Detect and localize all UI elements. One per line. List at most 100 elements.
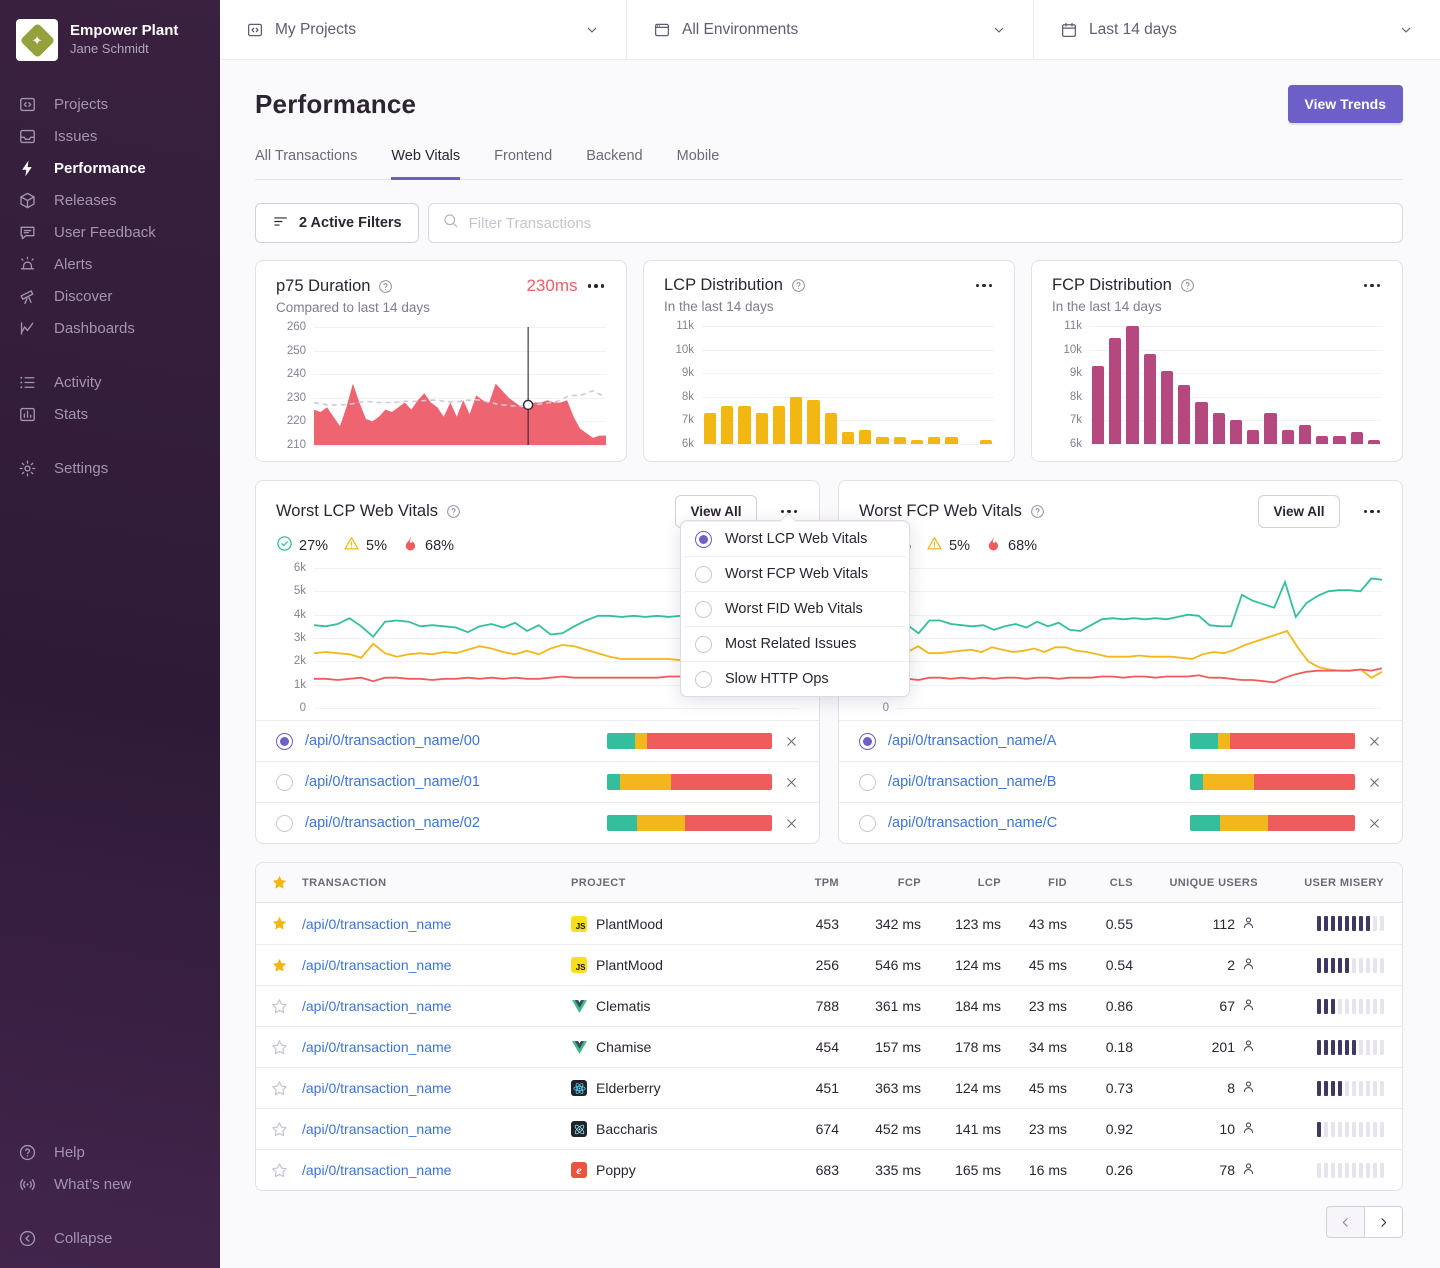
sidebar-item-stats[interactable]: Stats — [0, 398, 220, 430]
menu-item-worst-fcp-web-vitals[interactable]: Worst FCP Web Vitals — [681, 556, 909, 591]
menu-item-worst-fid-web-vitals[interactable]: Worst FID Web Vitals — [681, 591, 909, 626]
column-header-lcp[interactable]: LCP — [925, 877, 1005, 889]
pagination-prev-button[interactable] — [1326, 1206, 1365, 1238]
ellipsis-menu-icon[interactable] — [974, 280, 995, 292]
org-switcher[interactable]: ✦ Empower Plant Jane Schmidt — [0, 0, 220, 71]
column-header-unique-users[interactable]: UNIQUE USERS — [1137, 877, 1262, 889]
fcp-cell: 363 ms — [843, 1080, 925, 1096]
sidebar-item-what-s-new[interactable]: What’s new — [0, 1168, 220, 1200]
transaction-link[interactable]: /api/0/transaction_name/01 — [305, 774, 480, 790]
close-icon[interactable] — [1367, 734, 1382, 749]
ellipsis-menu-icon[interactable] — [1362, 280, 1383, 292]
star-toggle[interactable] — [256, 1162, 302, 1179]
fcp-distribution-chart[interactable] — [1090, 326, 1382, 444]
radio-button[interactable] — [859, 774, 876, 791]
close-icon[interactable] — [1367, 816, 1382, 831]
tab-backend[interactable]: Backend — [586, 148, 642, 180]
radio-button[interactable] — [276, 733, 293, 750]
close-icon[interactable] — [1367, 775, 1382, 790]
column-header-tpm[interactable]: TPM — [771, 877, 843, 889]
close-icon[interactable] — [784, 775, 799, 790]
sidebar-item-settings[interactable]: Settings — [0, 452, 220, 484]
radio-button[interactable] — [695, 636, 712, 653]
help-icon[interactable] — [1180, 278, 1195, 293]
sidebar-nav-settings: Settings — [0, 452, 220, 484]
radio-button[interactable] — [695, 531, 712, 548]
column-header-user-misery[interactable]: USER MISERY — [1262, 877, 1402, 889]
ellipsis-menu-icon[interactable] — [1362, 506, 1383, 518]
pagination-next-button[interactable] — [1364, 1206, 1403, 1238]
sidebar-item-label: Discover — [54, 288, 112, 305]
gear-icon — [18, 459, 37, 478]
column-header-cls[interactable]: CLS — [1071, 877, 1137, 889]
active-filters-button[interactable]: 2 Active Filters — [255, 203, 419, 243]
worst-fcp-web-vitals-chart[interactable] — [897, 568, 1382, 708]
transaction-link[interactable]: /api/0/transaction_name/A — [888, 733, 1056, 749]
transaction-link[interactable]: /api/0/transaction_name — [302, 1162, 451, 1178]
column-header-transaction[interactable]: TRANSACTION — [302, 877, 571, 889]
menu-item-worst-lcp-web-vitals[interactable]: Worst LCP Web Vitals — [681, 521, 909, 556]
transaction-link[interactable]: /api/0/transaction_name/B — [888, 774, 1056, 790]
radio-button[interactable] — [859, 815, 876, 832]
tab-mobile[interactable]: Mobile — [677, 148, 720, 180]
transaction-link[interactable]: /api/0/transaction_name/00 — [305, 733, 480, 749]
radio-button[interactable] — [859, 733, 876, 750]
sidebar-item-performance[interactable]: Performance — [0, 152, 220, 184]
sidebar-item-collapse[interactable]: Collapse — [0, 1222, 220, 1254]
transaction-link[interactable]: /api/0/transaction_name/C — [888, 815, 1057, 831]
transaction-link[interactable]: /api/0/transaction_name — [302, 1080, 451, 1096]
transaction-link[interactable]: /api/0/transaction_name — [302, 998, 451, 1014]
transaction-link[interactable]: /api/0/transaction_name — [302, 1039, 451, 1055]
close-icon[interactable] — [784, 816, 799, 831]
sidebar-item-alerts[interactable]: Alerts — [0, 248, 220, 280]
p75-duration-chart[interactable] — [314, 327, 606, 445]
daterange-selector[interactable]: Last 14 days — [1034, 0, 1440, 59]
star-toggle[interactable] — [256, 998, 302, 1015]
sidebar-item-releases[interactable]: Releases — [0, 184, 220, 216]
column-header-fcp[interactable]: FCP — [843, 877, 925, 889]
radio-button[interactable] — [695, 566, 712, 583]
header-star-icon[interactable] — [256, 874, 302, 891]
tab-frontend[interactable]: Frontend — [494, 148, 552, 180]
sidebar-item-help[interactable]: Help — [0, 1136, 220, 1168]
column-header-fid[interactable]: FID — [1005, 877, 1071, 889]
transaction-link[interactable]: /api/0/transaction_name/02 — [305, 815, 480, 831]
sidebar-item-user-feedback[interactable]: User Feedback — [0, 216, 220, 248]
menu-item-most-related-issues[interactable]: Most Related Issues — [681, 626, 909, 661]
radio-button[interactable] — [276, 774, 293, 791]
star-toggle[interactable] — [256, 1080, 302, 1097]
tab-all-transactions[interactable]: All Transactions — [255, 148, 357, 180]
star-toggle[interactable] — [256, 915, 302, 932]
radio-button[interactable] — [276, 815, 293, 832]
lcp-distribution-chart[interactable] — [702, 326, 994, 444]
help-icon[interactable] — [378, 279, 393, 294]
help-icon[interactable] — [1030, 504, 1045, 519]
vitals-segment-bar — [607, 774, 772, 790]
radio-button[interactable] — [695, 671, 712, 688]
help-icon[interactable] — [446, 504, 461, 519]
ellipsis-menu-icon[interactable] — [586, 280, 607, 292]
project-selector[interactable]: My Projects — [220, 0, 627, 59]
person-icon — [1241, 915, 1256, 933]
radio-button[interactable] — [695, 601, 712, 618]
star-toggle[interactable] — [256, 1121, 302, 1138]
column-header-project[interactable]: PROJECT — [571, 877, 771, 889]
search-input[interactable] — [469, 215, 1389, 232]
sidebar-item-discover[interactable]: Discover — [0, 280, 220, 312]
close-icon[interactable] — [784, 734, 799, 749]
sidebar-item-dashboards[interactable]: Dashboards — [0, 312, 220, 344]
transaction-link[interactable]: /api/0/transaction_name — [302, 1121, 451, 1137]
tab-web-vitals[interactable]: Web Vitals — [391, 148, 460, 180]
sidebar-item-projects[interactable]: Projects — [0, 88, 220, 120]
help-icon[interactable] — [791, 278, 806, 293]
environment-selector[interactable]: All Environments — [627, 0, 1034, 59]
star-toggle[interactable] — [256, 957, 302, 974]
transaction-link[interactable]: /api/0/transaction_name — [302, 916, 451, 932]
star-toggle[interactable] — [256, 1039, 302, 1056]
view-trends-button[interactable]: View Trends — [1288, 85, 1403, 123]
transaction-link[interactable]: /api/0/transaction_name — [302, 957, 451, 973]
view-all-button[interactable]: View All — [1258, 495, 1339, 528]
sidebar-item-issues[interactable]: Issues — [0, 120, 220, 152]
menu-item-slow-http-ops[interactable]: Slow HTTP Ops — [681, 661, 909, 696]
sidebar-item-activity[interactable]: Activity — [0, 366, 220, 398]
